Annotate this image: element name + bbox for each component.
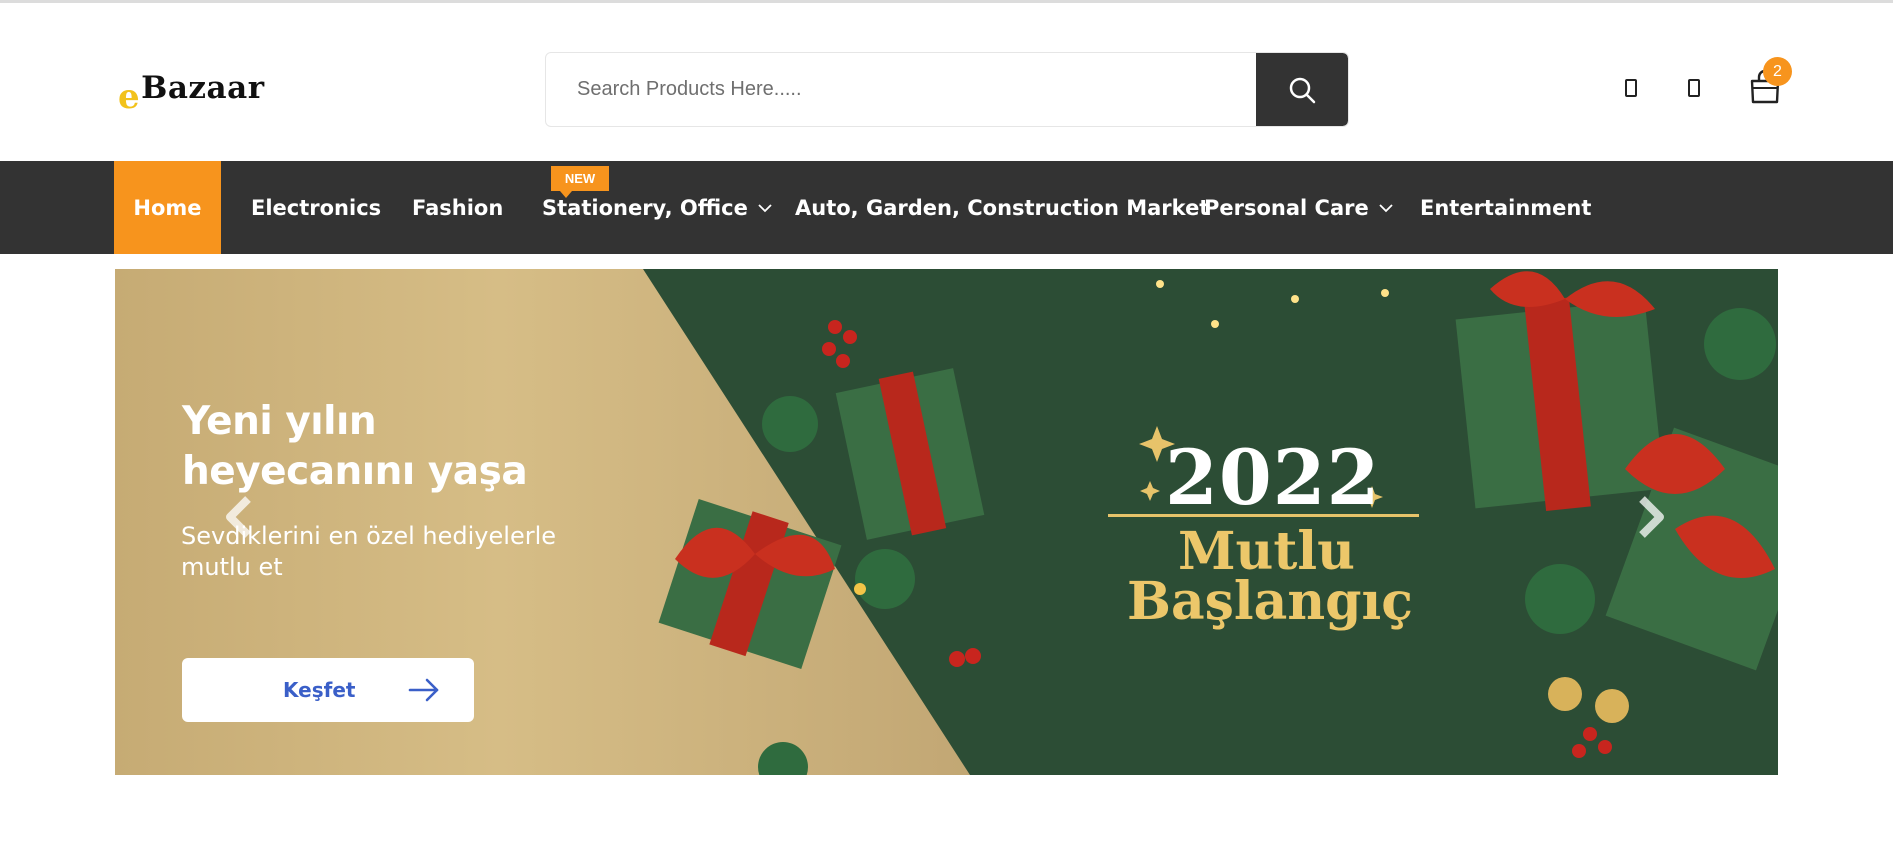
- logo-prefix: e: [118, 77, 141, 117]
- nav-item-label: Auto, Garden, Construction Market: [795, 195, 1210, 220]
- banner-title-year: 2022: [1165, 433, 1381, 522]
- banner-headline-line2: heyecanını yaşa: [182, 449, 528, 494]
- carousel-next-button[interactable]: [1627, 493, 1675, 541]
- nav-item-label: Stationery, Office: [542, 195, 748, 220]
- chevron-left-icon: [226, 496, 251, 538]
- nav-item-label: Electronics: [251, 195, 382, 220]
- logo-text: Bazaar: [141, 70, 265, 106]
- banner-subtitle-line2: mutlu et: [181, 553, 283, 581]
- nav-item-electronics[interactable]: Electronics: [251, 161, 381, 254]
- search-input[interactable]: [546, 53, 1258, 126]
- new-badge: NEW: [551, 166, 609, 198]
- banner-cta-label: Keşfet: [283, 678, 356, 702]
- site-header: eBazaar 2: [0, 3, 1893, 161]
- nav-item-home[interactable]: Home: [114, 161, 221, 254]
- chevron-down-icon: [758, 203, 772, 212]
- banner-cta-button[interactable]: Keşfet: [182, 658, 474, 722]
- site-logo[interactable]: eBazaar: [118, 67, 265, 117]
- user-icon[interactable]: [1622, 77, 1640, 99]
- nav-item-label: Personal Care: [1204, 195, 1369, 220]
- search-icon: [1289, 77, 1316, 103]
- nav-item-personal-care[interactable]: Personal Care: [1204, 161, 1393, 254]
- nav-item-label: Entertainment: [1420, 195, 1592, 220]
- arrow-right-icon: [408, 678, 439, 702]
- banner-title-word2: Başlangıç: [1127, 571, 1413, 632]
- banner-title-divider: [1108, 514, 1419, 517]
- cart-count-badge: 2: [1763, 57, 1792, 86]
- banner-headline: Yeni yılın heyecanını yaşa: [182, 397, 528, 497]
- search-bar: [545, 52, 1349, 127]
- hero-banner: Yeni yılın heyecanını yaşa Sevdiklerini …: [115, 269, 1778, 775]
- nav-item-entertainment[interactable]: Entertainment: [1420, 161, 1591, 254]
- nav-item-label: Fashion: [412, 195, 504, 220]
- carousel-prev-button[interactable]: [215, 493, 263, 541]
- search-button[interactable]: [1256, 53, 1348, 126]
- chevron-down-icon: [1379, 203, 1393, 212]
- main-nav: Home Electronics Fashion Stationery, Off…: [0, 161, 1893, 254]
- nav-item-label: Home: [133, 195, 202, 220]
- banner-headline-line1: Yeni yılın: [182, 399, 377, 444]
- nav-item-auto-garden-construction[interactable]: Auto, Garden, Construction Market: [795, 161, 1209, 254]
- chevron-right-icon: [1639, 496, 1664, 538]
- heart-icon[interactable]: [1685, 77, 1703, 99]
- nav-item-fashion[interactable]: Fashion: [412, 161, 503, 254]
